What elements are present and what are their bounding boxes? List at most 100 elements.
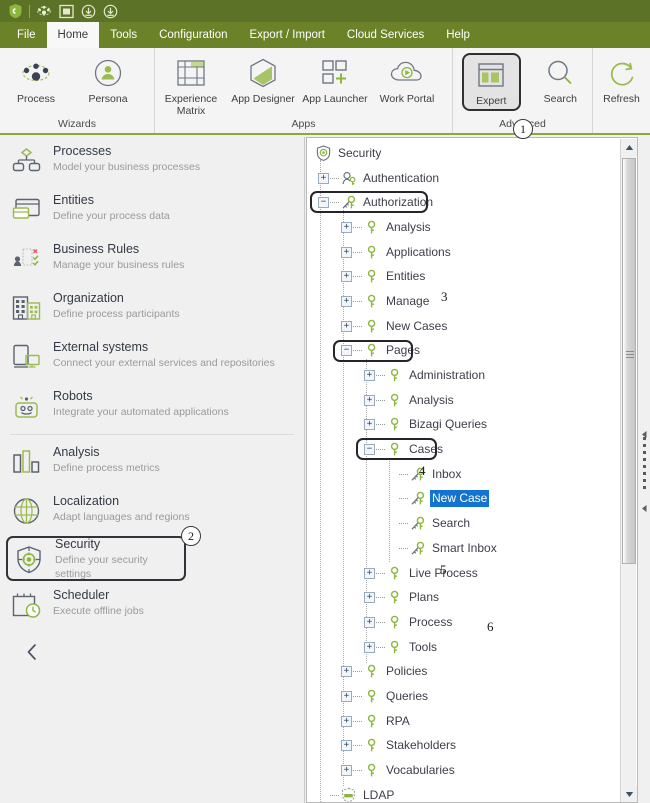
tree-expander-plus[interactable]: + — [341, 320, 352, 332]
sidebar-item-processes[interactable]: Processes Model your business processes — [0, 137, 304, 186]
sidebar-item-localization[interactable]: Localization Adapt languages and regions — [0, 487, 304, 536]
ribbon-button-refresh[interactable]: Refresh — [593, 53, 650, 105]
sidebar-item-scheduler[interactable]: Scheduler Execute offline jobs — [0, 581, 304, 630]
tree-expander-plus[interactable]: + — [318, 172, 329, 184]
tree-node-label: RPA — [386, 713, 410, 728]
download-alt-icon[interactable] — [100, 2, 120, 20]
tree-node-rpa[interactable]: + RPA — [307, 709, 620, 734]
ribbon-button-search[interactable]: Search — [529, 53, 592, 105]
splitter-collapse-down-icon[interactable] — [639, 503, 650, 514]
tree-node-new-case[interactable]: New Case — [307, 487, 620, 512]
ribbon-button-app-launcher[interactable]: App Launcher — [299, 53, 371, 105]
tree-node-plans[interactable]: + Plans — [307, 585, 620, 610]
tree-expander-plus[interactable]: + — [341, 271, 352, 283]
tree-expander-plus[interactable]: + — [364, 370, 375, 382]
authentication-icon — [340, 169, 357, 187]
menu-item-file[interactable]: File — [6, 22, 47, 48]
tree-expander-plus[interactable]: + — [364, 641, 375, 653]
tree-node-smart-inbox[interactable]: Smart Inbox — [307, 536, 620, 561]
ribbon-button-app-designer[interactable]: App Designer — [227, 53, 299, 105]
ribbon-button-label: Work Portal — [379, 93, 435, 105]
sidebar-item-analysis[interactable]: Analysis Define process metrics — [0, 438, 304, 487]
tree-expander-plus[interactable]: + — [364, 616, 375, 628]
ribbon-button-process[interactable]: Process — [0, 53, 72, 105]
tree-node-policies[interactable]: + Policies — [307, 659, 620, 684]
tree-node-analysis-l1[interactable]: + Analysis — [307, 215, 620, 240]
tree-node-bizagi-queries[interactable]: + Bizagi Queries — [307, 413, 620, 438]
tree-node-analysis-l2[interactable]: + Analysis — [307, 388, 620, 413]
tree-expander-plus[interactable]: + — [341, 221, 352, 233]
tree-node-authorization[interactable]: − Authorization — [307, 190, 620, 215]
tree-node-search[interactable]: Search — [307, 511, 620, 536]
tree-node-authentication[interactable]: + Authentication — [307, 166, 620, 191]
tree-expander-plus[interactable]: + — [341, 715, 352, 727]
tree-node-new-cases[interactable]: + New Cases — [307, 314, 620, 339]
tree-node-tools[interactable]: + Tools — [307, 635, 620, 660]
sidebar-item-title: Analysis — [53, 445, 100, 459]
tree-expander-plus[interactable]: + — [341, 765, 352, 777]
tree-node-queries[interactable]: + Queries — [307, 684, 620, 709]
ribbon-button-experience-matrix[interactable]: Experience Matrix — [155, 53, 227, 117]
scroll-up-arrow-icon[interactable] — [621, 139, 637, 156]
sidebar-item-security[interactable]: Security Define your security settings — [6, 536, 186, 581]
sidebar-item-organization[interactable]: Organization Define process participants — [0, 284, 304, 333]
ribbon-button-persona[interactable]: Persona — [72, 53, 144, 105]
sidebar-item-subtitle: Model your business processes — [53, 161, 201, 173]
sidebar-item-robots[interactable]: Robots Integrate your automated applicat… — [0, 382, 304, 431]
sidebar-item-entities[interactable]: Entities Define your process data — [0, 186, 304, 235]
tree-node-inbox[interactable]: Inbox — [307, 462, 620, 487]
tree-node-label: LDAP — [363, 787, 395, 802]
tree-node-process[interactable]: + Process — [307, 610, 620, 635]
menu-item-export-import[interactable]: Export / Import — [238, 22, 335, 48]
security-tree[interactable]: Security + Authentication − Authorizatio… — [307, 138, 620, 802]
titlebar-separator — [29, 4, 30, 18]
tree-expander-minus[interactable]: − — [364, 444, 375, 456]
tree-expander-plus[interactable]: + — [364, 592, 375, 604]
tree-node-stakeholders[interactable]: + Stakeholders — [307, 734, 620, 759]
tree-expander-plus[interactable]: + — [341, 740, 352, 752]
menu-item-configuration[interactable]: Configuration — [148, 22, 238, 48]
download-icon[interactable] — [78, 2, 98, 20]
tree-node-entities[interactable]: + Entities — [307, 264, 620, 289]
tree-node-applications[interactable]: + Applications — [307, 240, 620, 265]
tree-expander-minus[interactable]: − — [318, 197, 329, 209]
window-icon[interactable] — [56, 2, 76, 20]
tree-node-ldap[interactable]: LDAP — [307, 783, 620, 802]
bizagi-logo-icon[interactable] — [5, 2, 25, 20]
ribbon-button-work-portal[interactable]: Work Portal — [371, 53, 443, 105]
tree-node-manage[interactable]: + Manage — [307, 289, 620, 314]
tree-expander-plus[interactable]: + — [364, 419, 375, 431]
sidebar-item-business-rules[interactable]: Business Rules Manage your business rule… — [0, 235, 304, 284]
tree-node-cases[interactable]: − Cases — [307, 437, 620, 462]
sidebar-item-title: Security — [55, 537, 101, 551]
search-icon — [540, 56, 580, 90]
menu-item-home[interactable]: Home — [46, 22, 100, 48]
scroll-down-arrow-icon[interactable] — [621, 786, 637, 802]
tree-node-vocabularies[interactable]: + Vocabularies — [307, 758, 620, 783]
tree-expander-plus[interactable]: + — [341, 666, 352, 678]
tree-expander-plus[interactable]: + — [341, 690, 352, 702]
tree-expander-plus[interactable]: + — [364, 394, 375, 406]
process-nav-icon[interactable] — [34, 2, 54, 20]
key-icon — [363, 663, 380, 681]
callout-3: 3 — [441, 289, 448, 304]
robots-icon — [10, 390, 44, 424]
security-shield-icon — [315, 144, 332, 162]
tree-node-pages[interactable]: − Pages — [307, 339, 620, 364]
tree-expander-plus[interactable]: + — [341, 246, 352, 258]
scrollbar-thumb[interactable] — [622, 158, 636, 564]
tree-expander-plus[interactable]: + — [341, 295, 352, 307]
menu-item-help[interactable]: Help — [435, 22, 481, 48]
menu-item-tools[interactable]: Tools — [99, 22, 148, 48]
tree-node-administration[interactable]: + Administration — [307, 363, 620, 388]
right-panel-splitter[interactable] — [639, 137, 650, 803]
tree-node-live-process[interactable]: + Live Process — [307, 561, 620, 586]
sidebar-collapse-button[interactable] — [20, 640, 44, 664]
menu-item-cloud-services[interactable]: Cloud Services — [336, 22, 435, 48]
tree-expander-minus[interactable]: − — [341, 345, 352, 357]
tree-expander-plus[interactable]: + — [364, 567, 375, 579]
sidebar-item-external-systems[interactable]: External systems Connect your external s… — [0, 333, 304, 382]
tree-vertical-scrollbar[interactable] — [620, 139, 637, 802]
ribbon-button-expert[interactable]: Expert — [462, 53, 521, 111]
tree-node-security[interactable]: Security — [307, 141, 620, 166]
